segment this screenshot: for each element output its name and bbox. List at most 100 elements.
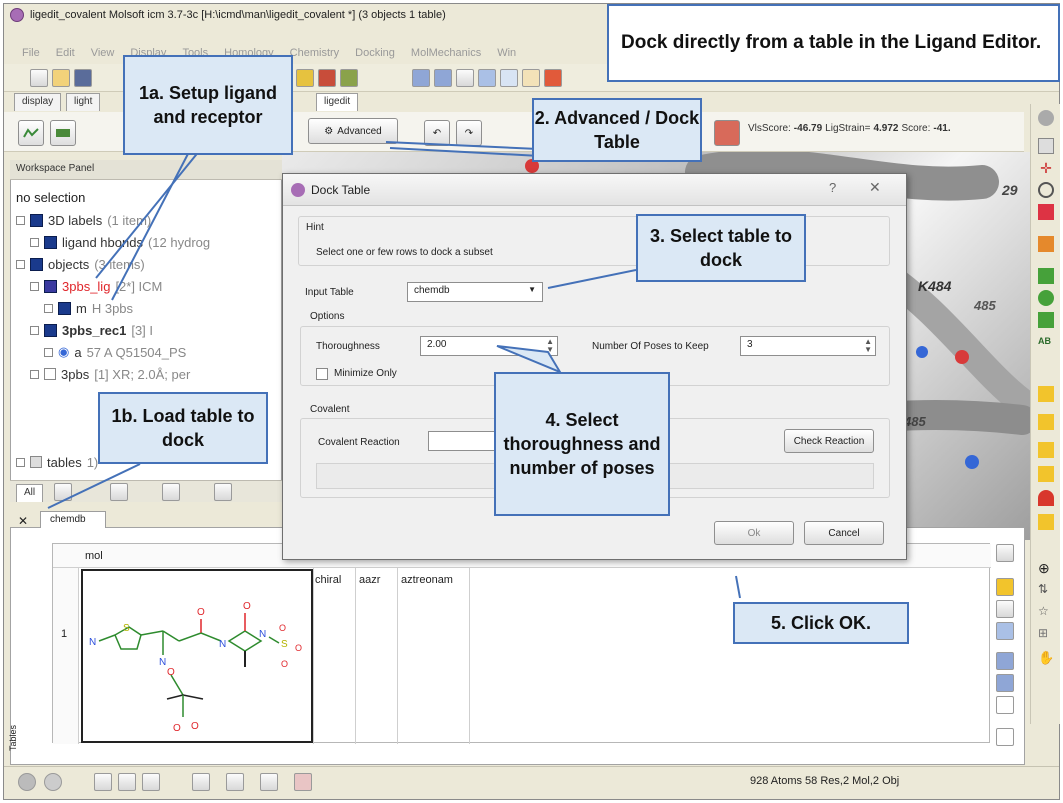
rotate-icon[interactable] [1038,138,1054,154]
protein-icon[interactable] [340,69,358,87]
dock-icon[interactable] [714,120,740,146]
expand-icon[interactable] [44,303,53,313]
close-icon[interactable]: ✕ [869,179,881,196]
expand-icon[interactable] [30,237,39,247]
zoom-icon[interactable] [1038,182,1054,198]
tab-icon[interactable] [54,483,72,501]
tree-item-3pbs-rec1[interactable]: 3pbs_rec1 [3] I [30,320,153,340]
angle-icon[interactable] [1038,442,1054,458]
chart-icon[interactable] [996,728,1014,746]
alignment-icon[interactable] [456,69,474,87]
tab-icon[interactable] [214,483,232,501]
row-number[interactable]: 1 [61,628,67,640]
tree-item-objects[interactable]: objects (3 items) [16,254,145,274]
menu-docking[interactable]: Docking [355,47,395,59]
menu-window[interactable]: Win [497,47,516,59]
tool-icon[interactable] [294,773,312,791]
network-icon[interactable] [44,773,62,791]
tree-item-3d-labels[interactable]: 3D labels (1 item) [16,210,151,230]
color-icon[interactable] [1038,236,1054,252]
new-file-icon[interactable] [30,69,48,87]
find-icon[interactable] [996,600,1014,618]
tab-icon[interactable] [110,483,128,501]
panel-icon[interactable] [142,773,160,791]
receptor-icon[interactable] [318,69,336,87]
menu-chemistry[interactable]: Chemistry [290,47,340,59]
tree-item-3pbs[interactable]: 3pbs [1] XR; 2.0Å; per [30,364,190,384]
camera-icon[interactable] [226,773,244,791]
expand-icon[interactable] [16,215,25,225]
sort-icon[interactable]: ⇅ [1038,582,1054,598]
edit-icon[interactable] [996,578,1014,596]
star-icon[interactable]: ☆ [1038,604,1054,620]
table-cell[interactable]: aazr [359,574,380,586]
ligand-setup-icon[interactable] [18,120,44,146]
grid-view-icon[interactable] [996,652,1014,670]
molecule-cell[interactable]: S N N O O N O N S O O O O O [81,569,313,743]
table-icon[interactable] [478,69,496,87]
menu-molmechanics[interactable]: MolMechanics [411,47,481,59]
tree-item-m[interactable]: m H 3pbs [44,298,133,318]
ok-button[interactable]: Ok [714,521,794,545]
collapse-icon[interactable] [30,325,39,335]
poses-input[interactable]: 3 ▲ ▼ [740,336,876,356]
label-icon[interactable]: AB [1038,336,1054,352]
redo-icon[interactable]: ↷ [456,120,482,146]
menu-view[interactable]: View [91,47,115,59]
tab-icon[interactable] [162,483,180,501]
checkbox-icon[interactable] [44,368,56,380]
tab-ligedit[interactable]: ligedit [316,93,359,111]
tab-display[interactable]: display [14,93,62,111]
window-icon[interactable] [118,773,136,791]
sequence-icon[interactable] [434,69,452,87]
table-cell[interactable]: aztreonam [401,574,453,586]
navigate-icon[interactable]: ⊕ [1038,560,1054,576]
hand-icon[interactable]: ✋ [1038,650,1054,666]
distance-icon[interactable] [1038,414,1054,430]
filter-icon[interactable]: ⊞ [1038,626,1054,642]
tree-item-hbonds[interactable]: ligand hbonds (12 hydrog [30,232,210,252]
minimize-only-checkbox[interactable] [316,368,328,380]
tree-item-tables[interactable]: tables 1) [16,452,98,472]
measure-icon[interactable] [1038,386,1054,402]
layout-icon[interactable] [94,773,112,791]
table-settings-icon[interactable] [996,544,1014,562]
stop-icon[interactable] [18,773,36,791]
expand-icon[interactable] [44,347,53,357]
tree-item-a[interactable]: ◉ a 57 A Q51504_PS [44,342,186,362]
advanced-button[interactable]: ⚙ Advanced [308,118,398,144]
surface-icon[interactable] [1038,268,1054,284]
lock-icon[interactable] [1038,514,1054,530]
refresh-icon[interactable] [192,773,210,791]
receptor-setup-icon[interactable] [50,120,76,146]
ligand-icon[interactable] [296,69,314,87]
save-icon[interactable] [74,69,92,87]
clip-icon[interactable] [1038,204,1054,220]
move-icon[interactable]: ✛ [1038,160,1054,176]
collapse-icon[interactable] [16,259,25,269]
sphere-icon[interactable] [1038,290,1054,306]
pdb-icon[interactable] [412,69,430,87]
settings-icon[interactable] [1038,110,1054,126]
tab-all[interactable]: All [16,484,44,502]
ribbon-icon[interactable] [1038,312,1054,328]
open-folder-icon[interactable] [52,69,70,87]
cancel-button[interactable]: Cancel [804,521,884,545]
column-header-mol[interactable]: mol [85,550,103,562]
spin-icon[interactable]: ▲ ▼ [864,338,872,354]
text-icon[interactable] [522,69,540,87]
tab-chemdb[interactable]: chemdb [40,511,106,528]
graphics-icon[interactable] [544,69,562,87]
undo-icon[interactable]: ↶ [424,120,450,146]
table-cell[interactable]: chiral [315,574,341,586]
unmeasure-icon[interactable] [1038,490,1054,506]
list-view-icon[interactable] [996,674,1014,692]
tab-light[interactable]: light [66,93,101,111]
check-reaction-button[interactable]: Check Reaction [784,429,874,453]
torsion-icon[interactable] [1038,466,1054,482]
collapse-icon[interactable] [30,281,39,291]
menu-edit[interactable]: Edit [56,47,75,59]
columns-icon[interactable] [996,696,1014,714]
tree-item-3pbs-lig[interactable]: 3pbs_lig [2*] ICM [30,276,162,296]
spin-icon[interactable]: ▲ ▼ [546,338,554,354]
